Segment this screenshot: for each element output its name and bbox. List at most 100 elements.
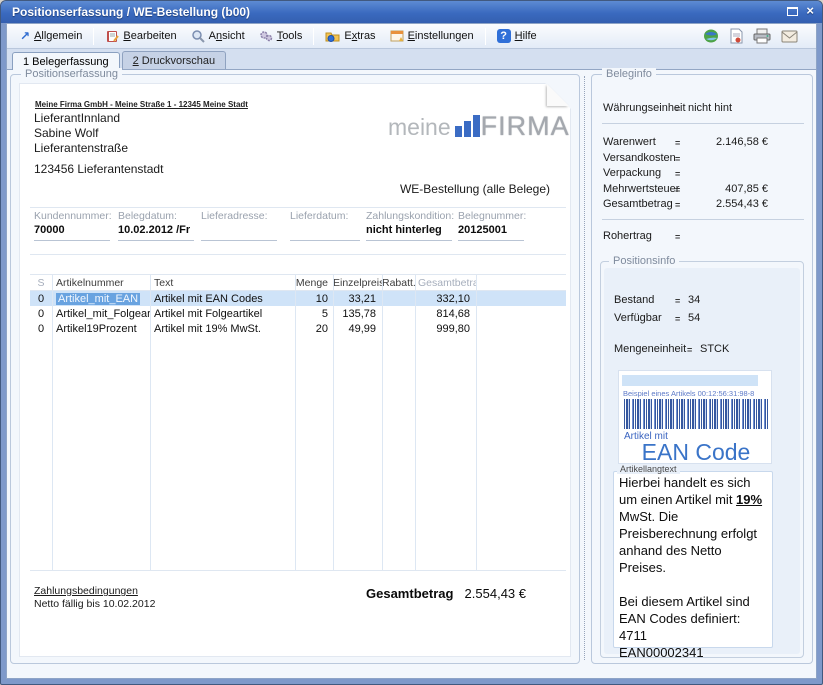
table-row[interactable]: 0 Artikel_mit_Folgeartikel Artikel mit F… (30, 306, 566, 321)
address-city-line: 123456 Lieferantenstadt (34, 162, 163, 176)
ean-code: EAN00002341 (619, 644, 767, 661)
divider (30, 254, 566, 255)
document-type: WE-Bestellung (alle Belege) (380, 182, 570, 196)
beleginfo-row: Währungseinheit = nicht hint (592, 102, 812, 116)
menubar-separator (313, 28, 314, 45)
table-row[interactable]: 0 Artikel_mit_EAN Artikel mit EAN Codes … (30, 291, 566, 306)
column-line (295, 275, 296, 570)
restore-icon[interactable] (787, 7, 798, 16)
verfuegbar-row: Verfügbar = 54 (601, 312, 803, 326)
menu-tools[interactable]: Tools (252, 27, 310, 45)
tabstrip: 1 Belegerfassung 2 Druckvorschau (7, 49, 816, 70)
article-image: Beispiel eines Artikels 00:12:56:31:98-8… (618, 370, 772, 464)
mengeneinheit-row: Mengeneinheit = STCK (601, 343, 803, 357)
magnifier-icon (191, 29, 205, 43)
group-label: Beleginfo (602, 68, 656, 80)
col-header-s[interactable]: S (30, 277, 52, 289)
col-header-einzelpreis[interactable]: Einzelpreis (333, 277, 382, 289)
barcode-line2: EAN Code (619, 439, 773, 466)
panel-separator (584, 76, 585, 660)
close-icon[interactable]: × (806, 4, 814, 18)
field-lieferdatum[interactable]: Lieferdatum: (290, 210, 360, 248)
menu-einstellungen[interactable]: Einstellungen (383, 27, 481, 45)
zahlungsbedingungen-link[interactable]: Zahlungsbedingungen (34, 585, 138, 597)
column-line (52, 275, 53, 570)
company-logo: meine FIRMA (388, 114, 570, 138)
address-line: Lieferantenstraße (34, 141, 128, 156)
equals-mark: = (675, 169, 680, 179)
logo-word-firma: FIRMA (481, 114, 570, 138)
globe-icon[interactable] (703, 28, 720, 44)
menu-label: Tools (277, 30, 303, 42)
mail-icon[interactable] (781, 30, 798, 43)
menu-label: Allgemein (34, 30, 82, 42)
equals-mark: = (675, 138, 680, 148)
window-title: Positionserfassung / WE-Bestellung (b00) (12, 5, 250, 19)
menu-hilfe[interactable]: ? Hilfe (490, 27, 544, 45)
help-icon: ? (497, 29, 511, 43)
logo-bars-icon (455, 115, 480, 137)
logo-word-meine: meine (388, 116, 451, 138)
document-info-icon[interactable] (730, 28, 743, 44)
field-zahlungskondition[interactable]: Zahlungskondition: nicht hinterleg (366, 210, 452, 248)
table-row[interactable]: 0 Artikel19Prozent Artikel mit 19% MwSt.… (30, 321, 566, 336)
main-area: Positionserfassung Meine Firma GmbH - Me… (7, 70, 816, 678)
printer-icon[interactable] (753, 28, 771, 44)
artikellangtext-box: Hierbei handelt es sich um einen Artikel… (613, 471, 773, 648)
menu-bearbeiten[interactable]: Bearbeiten (98, 27, 183, 45)
netto-line: Netto fällig bis 10.02.2012 (34, 598, 155, 610)
equals-mark: = (675, 185, 680, 195)
menu-label: Bearbeiten (123, 30, 176, 42)
menubar: ↗ Allgemein Bearbeiten Ansicht Tools Ext… (7, 24, 816, 49)
col-header-menge[interactable]: Menge (295, 277, 333, 289)
menu-ansicht[interactable]: Ansicht (184, 27, 252, 45)
sender-line: Meine Firma GmbH - Meine Straße 1 - 1234… (35, 100, 248, 109)
edit-notebook-icon (105, 29, 119, 43)
image-header-strip (622, 375, 758, 386)
menu-label: Extras (344, 30, 375, 42)
column-line (333, 275, 334, 570)
artikellangtext-label: Artikellangtext (617, 464, 680, 474)
document-preview: Meine Firma GmbH - Meine Straße 1 - 1234… (19, 83, 571, 657)
equals-mark: = (675, 314, 680, 324)
equals-mark: = (687, 345, 692, 355)
equals-mark: = (675, 154, 680, 164)
beleginfo-row: Warenwert = 2.146,58 € (592, 136, 812, 150)
menubar-separator (93, 28, 94, 45)
barcode-icon (624, 399, 768, 429)
divider (30, 207, 566, 208)
table-bottom-border (30, 570, 566, 571)
col-header-rabatt[interactable]: Rabatt. (382, 277, 415, 289)
column-line (415, 275, 416, 570)
tab-druckvorschau[interactable]: 2 Druckvorschau (122, 51, 227, 69)
beleginfo-row: Versandkosten = (592, 152, 812, 166)
titlebar: Positionserfassung / WE-Bestellung (b00)… (1, 1, 822, 23)
app-window: Positionserfassung / WE-Bestellung (b00)… (0, 0, 823, 685)
equals-mark: = (675, 232, 680, 242)
address-line: LieferantInnland (34, 111, 128, 126)
beleginfo-row: Mehrwertsteuer = 407,85 € (592, 183, 812, 197)
divider (602, 123, 804, 124)
settings-icon (390, 29, 404, 43)
field-kundennummer[interactable]: Kundennummer: 70000 (34, 210, 110, 248)
page-fold-flap (547, 84, 569, 106)
field-lieferadresse[interactable]: Lieferadresse: (201, 210, 277, 248)
selected-cell: Artikel_mit_EAN (56, 293, 140, 305)
toolbar-right (703, 28, 798, 44)
ean-code: 4711 (619, 627, 767, 644)
col-header-gesamtbetrag[interactable]: Gesamtbetrag (415, 277, 476, 289)
folder-extras-icon (325, 29, 340, 43)
menu-allgemein[interactable]: ↗ Allgemein (13, 28, 89, 44)
col-header-text[interactable]: Text (150, 277, 295, 289)
field-belegdatum[interactable]: Belegdatum: 10.02.2012 /Fr (118, 210, 194, 248)
menu-extras[interactable]: Extras (318, 27, 382, 45)
artikellangtext-paragraph: Bei diesem Artikel sind EAN Codes defini… (619, 593, 767, 627)
table-header: S Artikelnummer Text Menge Einzelpreis R… (30, 275, 566, 290)
equals-mark: = (675, 296, 680, 306)
field-belegnummer[interactable]: Belegnummer: 20125001 (458, 210, 524, 248)
group-label: Positionserfassung (21, 68, 122, 80)
menu-label: Hilfe (515, 30, 537, 42)
barcode-caption: Beispiel eines Artikels 00:12:56:31:98-8 (623, 389, 771, 398)
menu-label: Ansicht (209, 30, 245, 42)
col-header-artikelnummer[interactable]: Artikelnummer (52, 277, 150, 289)
